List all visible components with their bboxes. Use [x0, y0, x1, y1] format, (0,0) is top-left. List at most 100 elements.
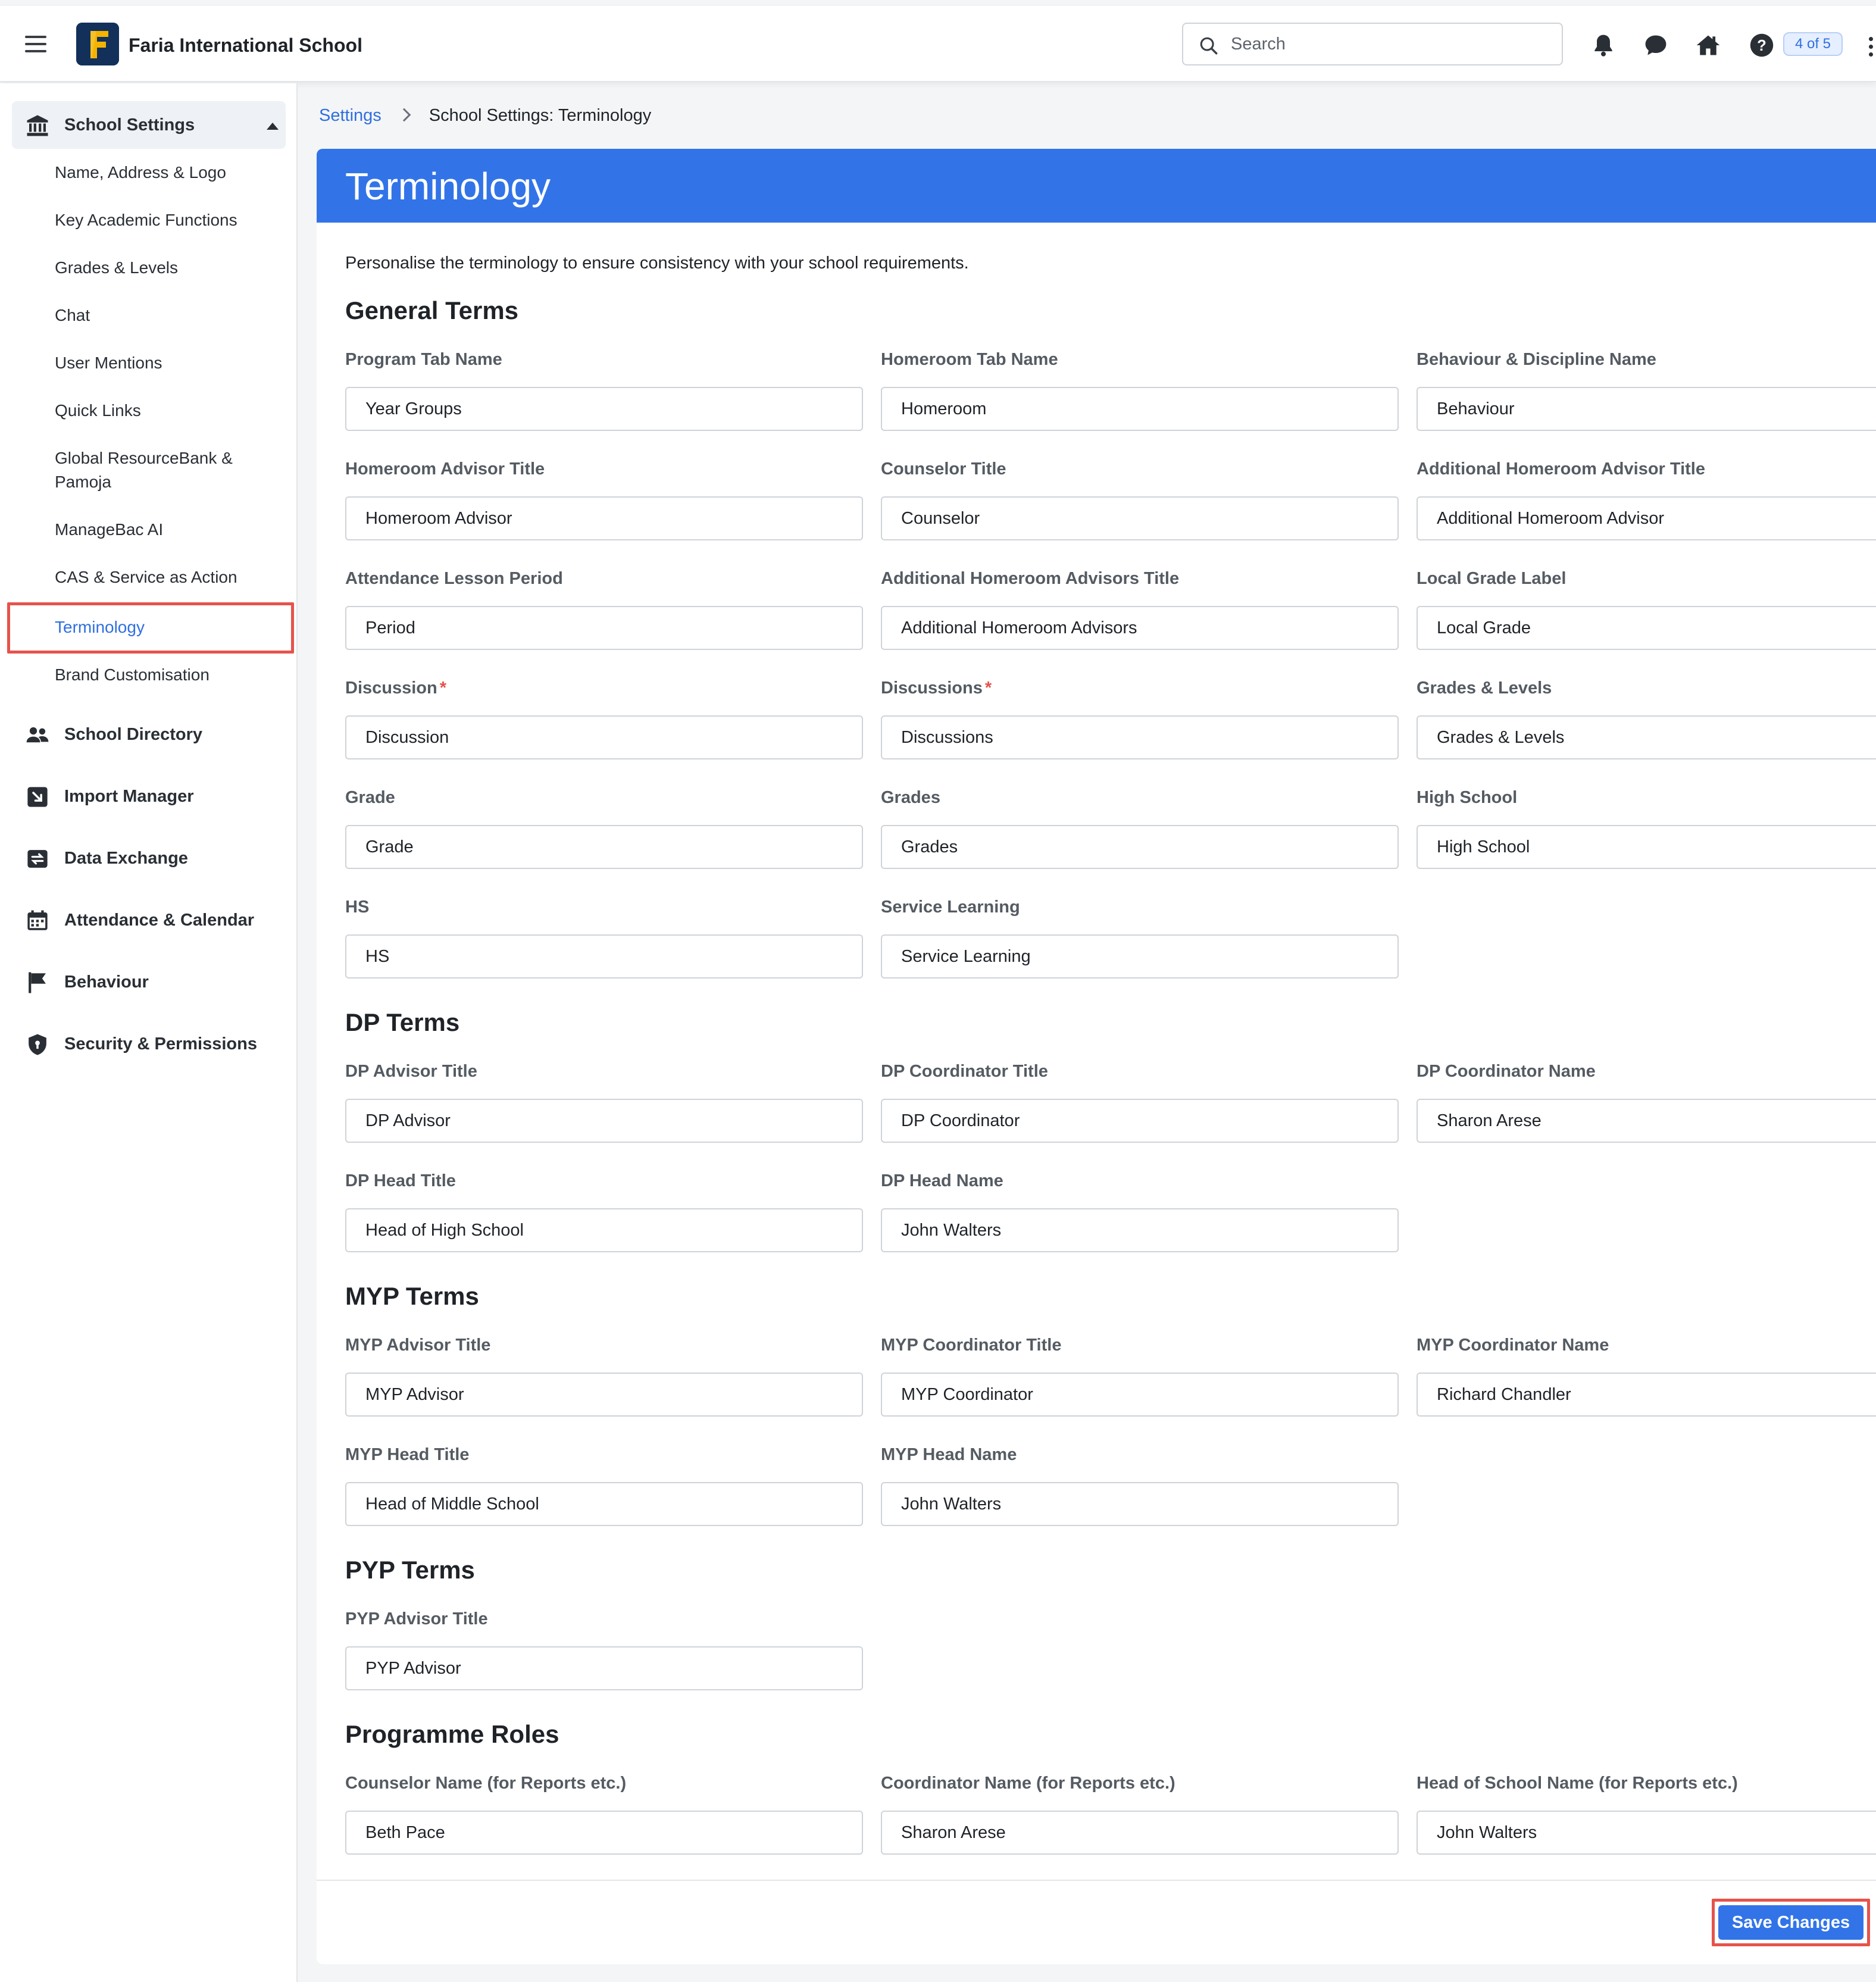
- people-icon: [26, 727, 49, 743]
- field-label: Local Grade Label: [1417, 569, 1567, 588]
- field-label: MYP Head Name: [881, 1445, 1017, 1464]
- bell-icon[interactable]: [1590, 32, 1617, 58]
- terminology-card: Terminology Personalise the terminology …: [317, 149, 1876, 1964]
- head-of-school-name-input[interactable]: [1417, 1811, 1876, 1855]
- sidebar-item-school-directory[interactable]: School Directory: [24, 717, 286, 752]
- field-label: Counselor Title: [881, 459, 1006, 479]
- service-learning-input[interactable]: [881, 934, 1399, 979]
- footer-divider: [317, 1880, 1876, 1881]
- save-changes-button[interactable]: Save Changes: [1718, 1905, 1864, 1940]
- sidebar-section-school-settings[interactable]: School Settings: [12, 101, 286, 149]
- field-label: DP Advisor Title: [345, 1062, 477, 1081]
- myp-head-title-input[interactable]: [345, 1482, 863, 1526]
- field-label: Coordinator Name (for Reports etc.): [881, 1774, 1175, 1793]
- sidebar-item-terminology[interactable]: Terminology: [55, 615, 145, 639]
- sidebar-item-brand-customisation[interactable]: Brand Customisation: [55, 663, 210, 687]
- breadcrumb-settings-link[interactable]: Settings: [319, 106, 382, 125]
- field-label: High School: [1417, 788, 1518, 807]
- top-bar: Faria International School ? 4 of 5: [0, 6, 1876, 82]
- sidebar-item-quick-links[interactable]: Quick Links: [55, 399, 141, 423]
- counselor-name-input[interactable]: [345, 1811, 863, 1855]
- dp-coordinator-title-input[interactable]: [881, 1099, 1399, 1143]
- field-label: MYP Coordinator Name: [1417, 1336, 1609, 1355]
- field-label: DP Head Name: [881, 1171, 1003, 1190]
- card-header: Terminology: [317, 149, 1876, 223]
- save-button-highlight: Save Changes: [1712, 1899, 1870, 1946]
- school-name[interactable]: Faria International School: [129, 35, 362, 57]
- chevron-up-icon[interactable]: [267, 123, 279, 130]
- sidebar-item-user-mentions[interactable]: User Mentions: [55, 351, 162, 375]
- sidebar-item-cas[interactable]: CAS & Service as Action: [55, 565, 237, 589]
- program-tab-name-input[interactable]: [345, 387, 863, 431]
- high-school-input[interactable]: [1417, 825, 1876, 869]
- field-label: Counselor Name (for Reports etc.): [345, 1774, 627, 1793]
- progress-badge[interactable]: 4 of 5: [1783, 32, 1843, 56]
- dp-advisor-title-input[interactable]: [345, 1099, 863, 1143]
- attendance-lesson-period-input[interactable]: [345, 606, 863, 650]
- bank-icon: [27, 115, 48, 136]
- nav-label: School Directory: [64, 725, 203, 744]
- field-label: Homeroom Advisor Title: [345, 459, 545, 479]
- field-label: PYP Advisor Title: [345, 1609, 488, 1628]
- search-input[interactable]: [1231, 24, 1552, 64]
- grade-input[interactable]: [345, 825, 863, 869]
- sidebar-item-key-academic-functions[interactable]: Key Academic Functions: [55, 208, 237, 232]
- sidebar-item-grades-levels[interactable]: Grades & Levels: [55, 256, 178, 280]
- sidebar-item-name-address-logo[interactable]: Name, Address & Logo: [55, 161, 226, 185]
- section-title-myp: MYP Terms: [345, 1282, 479, 1310]
- dp-coordinator-name-input[interactable]: [1417, 1099, 1876, 1143]
- myp-coordinator-title-input[interactable]: [881, 1373, 1399, 1417]
- section-title-general: General Terms: [345, 296, 519, 324]
- sidebar-item-chat[interactable]: Chat: [55, 304, 90, 327]
- sidebar-item-import-manager[interactable]: Import Manager: [24, 779, 286, 814]
- grades-input[interactable]: [881, 825, 1399, 869]
- sidebar-item-security-permissions[interactable]: Security & Permissions: [24, 1026, 286, 1062]
- field-label: Grade: [345, 788, 395, 807]
- breadcrumb-current: School Settings: Terminology: [429, 106, 652, 125]
- dp-head-name-input[interactable]: [881, 1208, 1399, 1252]
- sidebar-item-data-exchange[interactable]: Data Exchange: [24, 840, 286, 876]
- homeroom-advisor-title-input[interactable]: [345, 496, 863, 540]
- additional-homeroom-advisors-title-input[interactable]: [881, 606, 1399, 650]
- sidebar-item-global-resourcebank[interactable]: Global ResourceBank &: [55, 446, 233, 470]
- required-marker: *: [439, 679, 447, 698]
- school-logo[interactable]: [76, 23, 119, 65]
- menu-icon[interactable]: [25, 36, 46, 52]
- field-label: Homeroom Tab Name: [881, 350, 1058, 369]
- dp-head-title-input[interactable]: [345, 1208, 863, 1252]
- home-icon[interactable]: [1695, 32, 1721, 58]
- coordinator-name-input[interactable]: [881, 1811, 1399, 1855]
- local-grade-label-input[interactable]: [1417, 606, 1876, 650]
- hs-input[interactable]: [345, 934, 863, 979]
- myp-coordinator-name-input[interactable]: [1417, 1373, 1876, 1417]
- counselor-title-input[interactable]: [881, 496, 1399, 540]
- homeroom-tab-name-input[interactable]: [881, 387, 1399, 431]
- section-title-dp: DP Terms: [345, 1008, 460, 1036]
- field-label: Service Learning: [881, 898, 1020, 917]
- pyp-advisor-title-input[interactable]: [345, 1646, 863, 1690]
- behaviour-discipline-name-input[interactable]: [1417, 387, 1876, 431]
- calendar-icon: [27, 910, 48, 930]
- help-icon[interactable]: ?: [1749, 32, 1775, 58]
- chat-icon[interactable]: [1643, 32, 1669, 58]
- additional-homeroom-advisor-title-input[interactable]: [1417, 496, 1876, 540]
- field-label: Behaviour & Discipline Name: [1417, 350, 1656, 369]
- grades-levels-input[interactable]: [1417, 715, 1876, 759]
- chevron-right-icon: [397, 108, 411, 122]
- more-vertical-icon[interactable]: [1869, 37, 1874, 60]
- sidebar-item-behaviour[interactable]: Behaviour: [24, 964, 286, 1000]
- nav-label: Data Exchange: [64, 849, 188, 868]
- discussions-input[interactable]: [881, 715, 1399, 759]
- myp-head-name-input[interactable]: [881, 1482, 1399, 1526]
- sidebar-item-global-resourcebank-line2[interactable]: Pamoja: [55, 470, 111, 494]
- discussion-input[interactable]: [345, 715, 863, 759]
- breadcrumb: Settings School Settings: Terminology: [319, 106, 651, 126]
- sidebar-item-managebac-ai[interactable]: ManageBac AI: [55, 518, 163, 542]
- field-label-discussion: Discussion *: [345, 679, 446, 698]
- nav-label: Attendance & Calendar: [64, 911, 255, 930]
- sidebar-item-attendance-calendar[interactable]: Attendance & Calendar: [24, 902, 286, 938]
- search-box[interactable]: [1182, 23, 1563, 65]
- myp-advisor-title-input[interactable]: [345, 1373, 863, 1417]
- field-label: DP Head Title: [345, 1171, 456, 1190]
- data-exchange-icon: [27, 850, 48, 868]
